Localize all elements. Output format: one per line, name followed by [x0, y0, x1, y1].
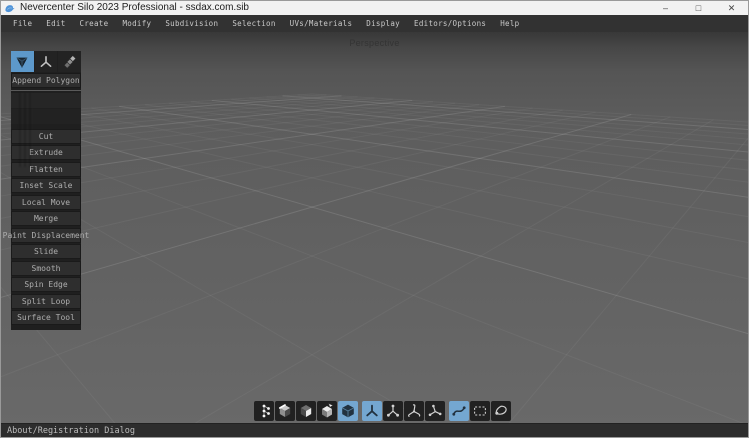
object-mode-button[interactable]: [338, 401, 358, 421]
tool-button-split-loop[interactable]: Split Loop: [11, 294, 81, 309]
tool-button-surface-tool[interactable]: Surface Tool: [11, 310, 81, 325]
tool-button-merge[interactable]: Merge: [11, 211, 81, 226]
tool-button-extrude[interactable]: Extrude: [11, 145, 81, 160]
marquee-select-icon: [472, 403, 488, 419]
vertex-mode-icon: [256, 403, 272, 419]
tab-tripod[interactable]: [35, 51, 58, 72]
scale-tool-icon: [427, 403, 443, 419]
status-text: About/Registration Dialog: [7, 426, 135, 436]
tool-button-spin-edge[interactable]: Spin Edge: [11, 277, 81, 292]
tool-button-append-polygon[interactable]: Append Polygon: [11, 73, 81, 88]
move-tool-button[interactable]: [383, 401, 403, 421]
lasso-select-icon: [493, 403, 509, 419]
lasso-select-button[interactable]: [491, 401, 511, 421]
title-bar: Nevercenter Silo 2023 Professional - ssd…: [1, 1, 748, 15]
rotate-tool-button[interactable]: [404, 401, 424, 421]
soft-selection-button[interactable]: [449, 401, 469, 421]
faded-tool-slot: [11, 93, 81, 108]
gem-icon: [14, 54, 30, 70]
menu-display[interactable]: Display: [359, 15, 407, 32]
menu-create[interactable]: Create: [73, 15, 116, 32]
menu-uvs-materials[interactable]: UVs/Materials: [283, 15, 360, 32]
face-mode-button[interactable]: [296, 401, 316, 421]
tool-button-smooth[interactable]: Smooth: [11, 261, 81, 276]
faded-tool-slot: [11, 109, 81, 124]
menu-edit[interactable]: Edit: [39, 15, 72, 32]
tool-button-cut[interactable]: Cut: [11, 129, 81, 144]
maximize-button[interactable]: □: [682, 1, 715, 15]
face-mode-icon: [298, 403, 314, 419]
tripod-icon: [38, 54, 54, 70]
universal-manipulator-icon: [364, 403, 380, 419]
tool-button-inset-scale[interactable]: Inset Scale: [11, 178, 81, 193]
minimize-button[interactable]: –: [649, 1, 682, 15]
move-tool-icon: [385, 403, 401, 419]
object-mode-icon: [340, 403, 356, 419]
tool-panel: Append Polygon CutExtrude FlattenInset Sc…: [11, 51, 81, 330]
edge-mode-button[interactable]: [275, 401, 295, 421]
window-controls: – □ ✕: [649, 1, 748, 15]
menu-file[interactable]: File: [6, 15, 39, 32]
marquee-select-button[interactable]: [470, 401, 490, 421]
tool-button-list: CutExtrude FlattenInset Scale Local MoveMe…: [11, 129, 81, 326]
multi-mode-button[interactable]: [317, 401, 337, 421]
menu-selection[interactable]: Selection: [225, 15, 282, 32]
toolbar-group: [449, 401, 511, 421]
scale-tool-button[interactable]: [425, 401, 445, 421]
window-title: Nevercenter Silo 2023 Professional - ssd…: [20, 1, 649, 15]
viewport-label: Perspective: [1, 38, 748, 48]
menu-modify[interactable]: Modify: [115, 15, 158, 32]
menu-editors-options[interactable]: Editors/Options: [407, 15, 493, 32]
tab-diamonds[interactable]: [58, 51, 81, 72]
tool-button-local-move[interactable]: Local Move: [11, 195, 81, 210]
toolbar-group: [362, 401, 445, 421]
menu-subdivision[interactable]: Subdivision: [158, 15, 225, 32]
universal-manipulator-button[interactable]: [362, 401, 382, 421]
tool-button-paint-displacement[interactable]: Paint Displacement: [11, 228, 81, 243]
tab-gem[interactable]: [11, 51, 34, 72]
perspective-grid: [1, 32, 748, 425]
soft-selection-icon: [451, 403, 467, 419]
tool-button-flatten[interactable]: Flatten: [11, 162, 81, 177]
multi-mode-icon: [319, 403, 335, 419]
toolbar-group: [254, 401, 358, 421]
bottom-toolbar: [254, 401, 511, 421]
close-button[interactable]: ✕: [715, 1, 748, 15]
viewport-3d[interactable]: Perspective: [1, 32, 748, 425]
vertex-mode-button[interactable]: [254, 401, 274, 421]
menu-bar: FileEditCreateModifySubdivisionSelection…: [1, 15, 748, 32]
app-window: Nevercenter Silo 2023 Professional - ssd…: [0, 0, 749, 438]
edge-mode-icon: [277, 403, 293, 419]
silo-bird-icon: [4, 3, 16, 14]
tool-button-slide[interactable]: Slide: [11, 244, 81, 259]
rotate-tool-icon: [406, 403, 422, 419]
menu-help[interactable]: Help: [493, 15, 526, 32]
status-bar: About/Registration Dialog: [1, 423, 748, 437]
diamonds-icon: [62, 54, 78, 70]
panel-divider: [11, 90, 81, 91]
tool-panel-tabs: [11, 51, 81, 72]
